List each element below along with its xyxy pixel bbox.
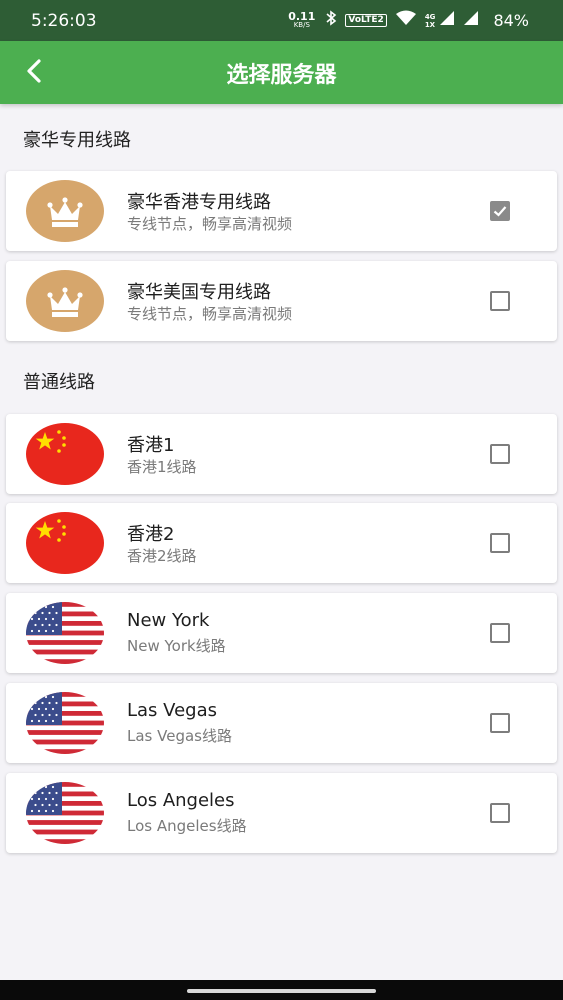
server-subtitle: Los Angeles线路 (127, 817, 247, 835)
server-subtitle: New York线路 (127, 637, 226, 655)
signal-icon-1 (439, 10, 455, 31)
server-checkbox[interactable] (490, 444, 510, 464)
server-item-hk1[interactable]: 香港1 香港1线路 (6, 414, 557, 494)
server-name: Las Vegas (127, 700, 217, 721)
server-checkbox[interactable] (490, 291, 510, 311)
crown-icon (26, 270, 104, 332)
server-name: Los Angeles (127, 790, 235, 811)
server-name: 香港2 (127, 524, 175, 545)
server-checkbox[interactable] (490, 533, 510, 553)
server-item-premium-us[interactable]: 豪华美国专用线路 专线节点，畅享高清视频 (6, 261, 557, 341)
server-subtitle: 专线节点，畅享高清视频 (127, 215, 293, 233)
usa-flag-icon (26, 782, 104, 844)
china-flag-icon (26, 423, 104, 485)
page-title: 选择服务器 (226, 62, 337, 88)
volte-badge: VoLTE2 (345, 14, 387, 27)
status-icons: 0.11 KB/S VoLTE2 4G 1X 84% (288, 10, 529, 31)
server-item-hk2[interactable]: 香港2 香港2线路 (6, 503, 557, 583)
server-item-los-angeles[interactable]: Los Angeles Los Angeles线路 (6, 773, 557, 853)
crown-icon (26, 180, 104, 242)
server-subtitle: Las Vegas线路 (127, 727, 232, 745)
server-item-premium-hk[interactable]: 豪华香港专用线路 专线节点，畅享高清视频 (6, 171, 557, 251)
checkmark-icon (493, 206, 507, 217)
server-checkbox[interactable] (490, 623, 510, 643)
server-subtitle: 香港1线路 (127, 458, 197, 476)
section-title-premium: 豪华专用线路 (23, 130, 131, 151)
usa-flag-icon (26, 692, 104, 754)
network-sub-label: 1X (424, 20, 436, 29)
server-name: 香港1 (127, 435, 175, 456)
china-flag-icon (26, 512, 104, 574)
app-bar: 选择服务器 (0, 41, 563, 104)
status-time: 5:26:03 (31, 10, 97, 31)
battery-level: 84% (493, 11, 529, 30)
server-item-las-vegas[interactable]: Las Vegas Las Vegas线路 (6, 683, 557, 763)
system-nav-bar (0, 980, 563, 1000)
wifi-icon (395, 10, 417, 31)
network-speed-unit: KB/S (293, 20, 310, 29)
server-name: New York (127, 610, 210, 631)
section-title-standard: 普通线路 (23, 372, 95, 393)
signal-icon-2 (463, 10, 479, 31)
home-gesture-handle[interactable] (187, 989, 376, 993)
network-type: 4G 1X (425, 13, 436, 29)
server-item-new-york[interactable]: New York New York线路 (6, 593, 557, 673)
network-speed: 0.11 KB/S (288, 9, 316, 30)
network-type-label: 4G (424, 12, 436, 21)
server-name: 豪华美国专用线路 (127, 282, 271, 303)
server-checkbox[interactable] (490, 803, 510, 823)
server-subtitle: 香港2线路 (127, 547, 197, 565)
server-subtitle: 专线节点，畅享高清视频 (127, 305, 293, 323)
server-checkbox[interactable] (490, 201, 510, 221)
network-speed-value: 0.11 (288, 9, 316, 23)
usa-flag-icon (26, 602, 104, 664)
server-checkbox[interactable] (490, 713, 510, 733)
bluetooth-icon (325, 10, 337, 31)
status-bar: 5:26:03 0.11 KB/S VoLTE2 4G 1X 84% (0, 0, 563, 41)
server-name: 豪华香港专用线路 (127, 192, 271, 213)
